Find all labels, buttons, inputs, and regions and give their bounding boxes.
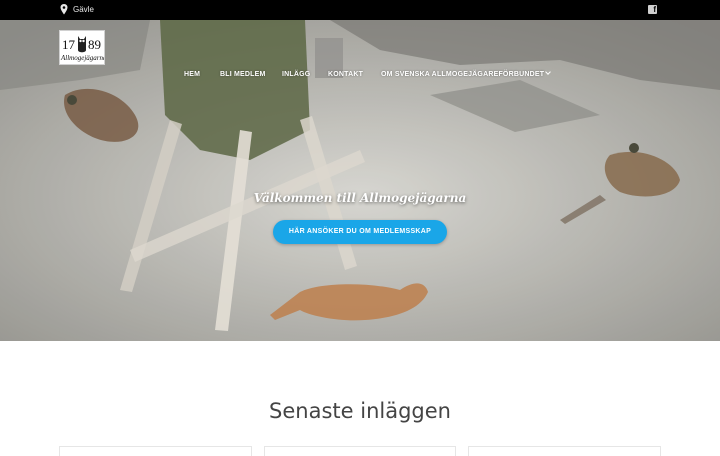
post-card[interactable] (59, 446, 252, 456)
nav-item-bli-medlem[interactable]: BLI MEDLEM (220, 71, 266, 78)
logo-name: Allmogejägarna (61, 54, 105, 62)
top-bar: Gävle f (0, 0, 720, 20)
membership-cta-button[interactable]: HÄR ANSÖKER DU OM MEDLEMSSKAP (273, 220, 447, 244)
logo-year-right: 89 (88, 37, 101, 52)
nav-item-om-forbundet-label: OM SVENSKA ALLMOGEJÄGAREFÖRBUNDET (381, 71, 545, 78)
logo-year-left: 17 (62, 37, 75, 52)
nav-item-om-forbundet[interactable]: OM SVENSKA ALLMOGEJÄGAREFÖRBUNDET (381, 69, 552, 78)
nav-item-hem[interactable]: HEM (184, 71, 200, 78)
main-navigation: HEM BLI MEDLEM INLÄGG KONTAKT OM SVENSKA… (0, 69, 720, 81)
nav-item-kontakt[interactable]: KONTAKT (328, 71, 363, 78)
hero-background-image (0, 20, 720, 341)
nav-item-inlagg[interactable]: INLÄGG (282, 71, 310, 78)
location-text: Gävle (73, 5, 94, 14)
post-card[interactable] (264, 446, 456, 456)
location-info: Gävle (60, 4, 94, 15)
map-pin-icon (60, 4, 68, 15)
facebook-icon[interactable]: f (648, 5, 657, 14)
chevron-down-icon (545, 69, 552, 75)
hero-welcome-heading: Välkommen till Allmogejägarna (253, 191, 467, 205)
site-logo[interactable]: 17 89 Allmogejägarna (59, 30, 105, 65)
owl-icon (78, 36, 86, 53)
latest-posts-title: Senaste inläggen (269, 399, 451, 423)
hero-banner (0, 20, 720, 341)
post-card[interactable] (468, 446, 661, 456)
